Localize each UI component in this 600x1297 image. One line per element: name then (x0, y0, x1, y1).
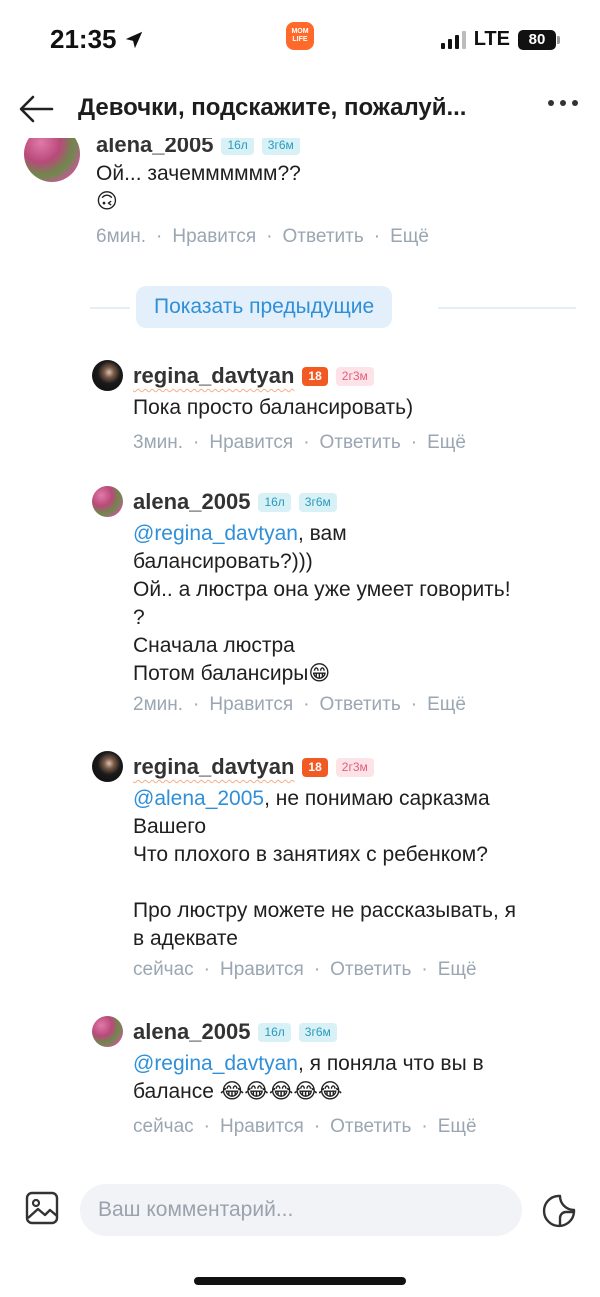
username[interactable]: regina_davtyan (133, 754, 294, 780)
comment-meta: 6мин. · Нравится · Ответить · Ещё (96, 226, 429, 248)
status-time: 21:35 (50, 24, 145, 55)
app-logo: MOM LIFE (286, 22, 314, 50)
comment-input[interactable] (80, 1184, 522, 1236)
comment-body: , вам балансировать?))) Ой.. а люстра он… (133, 522, 511, 685)
comment-text: Ой... зачемммммм?? (96, 162, 301, 185)
more-button[interactable]: Ещё (438, 1116, 477, 1138)
child-age-badge: 2г3м (335, 366, 374, 386)
comment-text: Пока просто балансировать) (133, 396, 414, 419)
comment-time: 2мин. (133, 694, 184, 715)
home-indicator[interactable] (194, 1277, 406, 1285)
more-button[interactable]: Ещё (390, 226, 429, 248)
back-button[interactable] (18, 94, 54, 124)
battery-icon: 80 (518, 29, 560, 50)
comment-meta: 2мин. · Нравится · Ответить · Ещё (133, 694, 466, 716)
comment-meta: сейчас · Нравится · Ответить · Ещё (133, 959, 477, 981)
child-age-badge: 16л (258, 1022, 291, 1042)
comment-text: @regina_davtyan, я поняла что вы в балан… (133, 1050, 573, 1106)
reply-item: regina_davtyan 18 2г3м @alena_2005, не п… (0, 751, 600, 991)
more-button[interactable]: Ещё (427, 694, 466, 716)
comment-text: @regina_davtyan, вам балансировать?))) О… (133, 520, 573, 688)
attach-image-button[interactable] (24, 1190, 60, 1226)
reply-button[interactable]: Ответить (330, 959, 411, 981)
mention-link[interactable]: @regina_davtyan (133, 1052, 298, 1075)
avatar[interactable] (92, 486, 123, 517)
battery-level: 80 (518, 29, 556, 50)
avatar[interactable] (92, 1016, 123, 1047)
show-previous-button[interactable]: Показать предыдущие (136, 286, 393, 328)
comment-meta: 3мин. · Нравится · Ответить · Ещё (133, 432, 466, 454)
child-age-badge: 2г3м (335, 757, 374, 777)
mention-link[interactable]: @regina_davtyan (133, 522, 298, 545)
age-badge: 18 (302, 366, 328, 386)
like-button[interactable]: Нравится (220, 1116, 304, 1138)
comments-feed[interactable]: alena_2005 16л 3г6м Ой... зачемммммм?? 🙃… (0, 138, 600, 1158)
comment-body: , не понимаю сарказма Вашего Что плохого… (133, 787, 517, 950)
mention-link[interactable]: @alena_2005 (133, 787, 264, 810)
reply-button[interactable]: Ответить (320, 694, 401, 716)
comment-composer (0, 1180, 600, 1240)
username[interactable]: alena_2005 (96, 138, 213, 158)
reply-button[interactable]: Ответить (320, 432, 401, 454)
reply-item: alena_2005 16л 3г6м @regina_davtyan, вам… (0, 486, 600, 726)
username[interactable]: regina_davtyan (133, 363, 294, 389)
comment-time: 6мин. (96, 226, 147, 247)
child-age-badge: 3г6м (261, 138, 300, 155)
username[interactable]: alena_2005 (133, 489, 250, 515)
like-button[interactable]: Нравится (220, 959, 304, 981)
avatar[interactable] (24, 138, 80, 182)
page-title: Девочки, подскажите, пожалуй... (78, 94, 467, 121)
location-arrow-icon (125, 31, 142, 48)
child-age-badge: 16л (221, 138, 254, 155)
like-button[interactable]: Нравится (209, 432, 293, 454)
show-previous-row: Показать предыдущие (90, 286, 576, 330)
like-button[interactable]: Нравится (209, 694, 293, 716)
time-label: 21:35 (50, 24, 117, 54)
sticker-button[interactable] (540, 1192, 578, 1230)
avatar[interactable] (92, 360, 123, 391)
reply-button[interactable]: Ответить (330, 1116, 411, 1138)
more-button[interactable]: Ещё (427, 432, 466, 454)
avatar[interactable] (92, 751, 123, 782)
reply-button[interactable]: Ответить (283, 226, 364, 248)
comment-time: 3мин. (133, 432, 184, 453)
image-icon (25, 1191, 59, 1225)
header: Девочки, подскажите, пожалуй... (0, 80, 600, 138)
child-age-badge: 3г6м (298, 1022, 337, 1042)
comment-text: @alena_2005, не понимаю сарказма Вашего … (133, 785, 578, 953)
child-age-badge: 3г6м (298, 492, 337, 512)
username[interactable]: alena_2005 (133, 1019, 250, 1045)
like-button[interactable]: Нравится (172, 226, 256, 248)
comment-item: alena_2005 16л 3г6м Ой... зачемммммм?? 🙃… (0, 138, 600, 258)
emoji: 🙃 (96, 190, 118, 213)
reply-item: regina_davtyan 18 2г3м Пока просто балан… (0, 360, 600, 460)
comment-time: сейчас (133, 1116, 194, 1137)
more-button[interactable]: Ещё (438, 959, 477, 981)
arrow-left-icon (19, 95, 54, 123)
child-age-badge: 16л (258, 492, 291, 512)
age-badge: 18 (302, 757, 328, 777)
reply-item: alena_2005 16л 3г6м @regina_davtyan, я п… (0, 1016, 600, 1156)
network-label: LTE (473, 28, 510, 50)
comment-meta: сейчас · Нравится · Ответить · Ещё (133, 1116, 477, 1138)
sticker-icon (542, 1194, 576, 1228)
more-options-button[interactable] (548, 100, 578, 106)
status-bar: 21:35 MOM LIFE LTE 80 (0, 0, 600, 80)
comment-time: сейчас (133, 959, 194, 980)
signal-icon (440, 30, 466, 49)
